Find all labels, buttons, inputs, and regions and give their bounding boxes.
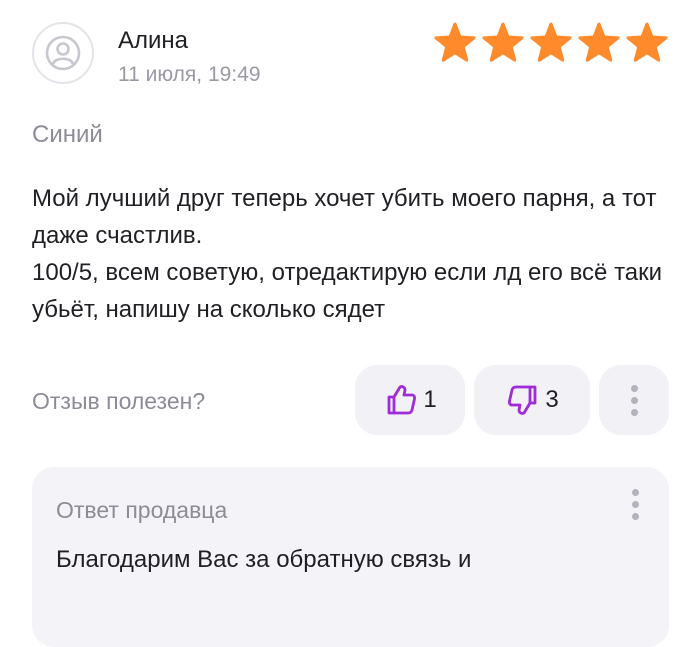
seller-reply-text: Благодарим Вас за обратную связь и [56,546,472,573]
author-name: Алина [118,27,189,54]
more-options-button[interactable] [599,365,669,435]
star-rating [434,22,668,64]
thumb-up-icon [387,385,417,415]
star-icon [578,22,620,62]
like-button[interactable]: 1 [355,365,465,435]
star-icon [482,22,524,62]
seller-reply-title: Ответ продавца [56,497,228,523]
like-count: 1 [423,386,437,413]
product-variant: Синий [32,121,103,148]
review-text-line: 100/5, всем советую, отредактирую если л… [32,259,663,323]
review-text: Мой лучший друг теперь хочет убить моего… [32,180,672,328]
user-avatar-icon [45,35,81,71]
thumb-down-icon [508,385,537,415]
more-vertical-icon [632,489,639,520]
helpful-question: Отзыв полезен? [32,388,206,414]
more-vertical-icon [630,384,638,416]
star-icon [530,22,572,62]
star-icon [434,22,476,62]
seller-reply-more-button[interactable] [632,489,639,520]
review-text-line: Мой лучший друг теперь хочет убить моего… [32,185,657,249]
dislike-button[interactable]: 3 [474,365,590,435]
seller-reply: Ответ продавца Благодарим Вас за обратну… [32,467,669,647]
avatar [32,22,94,84]
star-icon [626,22,668,62]
review-date: 11 июля, 19:49 [118,63,261,86]
dislike-count: 3 [545,386,559,413]
